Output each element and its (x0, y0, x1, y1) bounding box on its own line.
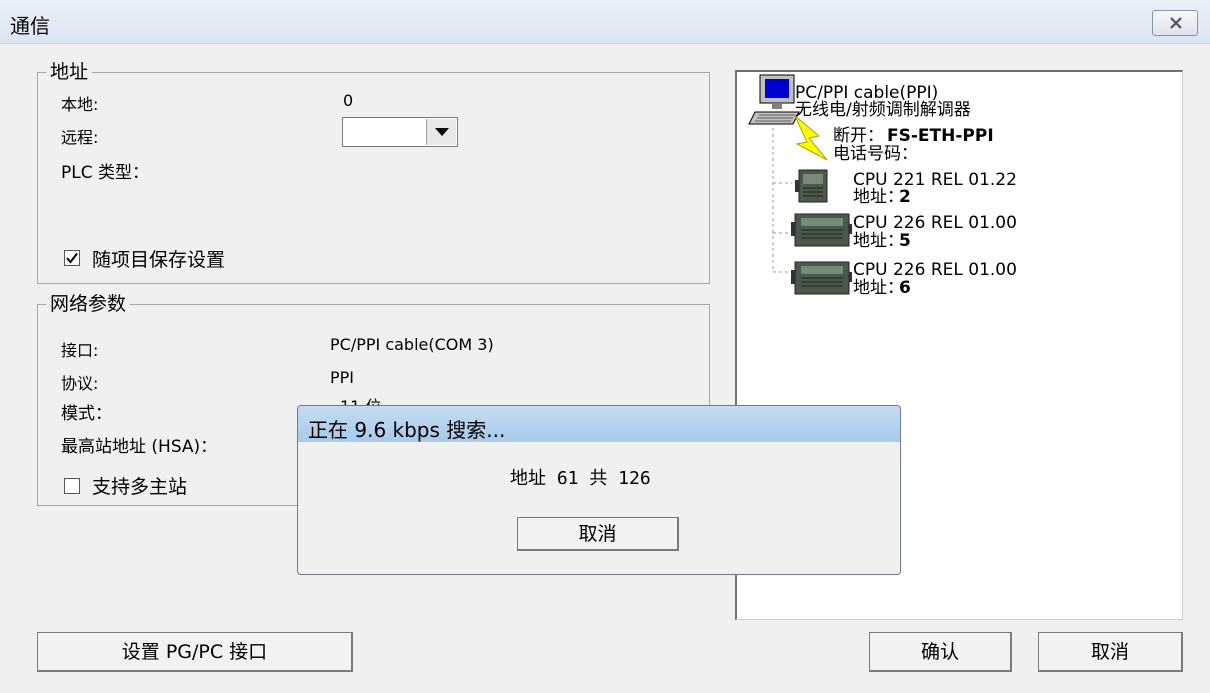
search-progress-dialog: 正在 9.6 kbps 搜索... 地址 61 共 126 取消 (297, 405, 901, 575)
interface-label: 接口: (61, 341, 99, 360)
close-button[interactable] (1152, 10, 1198, 36)
chevron-down-icon (435, 128, 449, 136)
address-group-legend: 地址 (46, 61, 93, 83)
multi-master-label: 支持多主站 (92, 476, 188, 498)
window-title: 通信 (10, 14, 50, 38)
remote-combobox[interactable] (342, 117, 458, 147)
interface-value: PC/PPI cable(COM 3) (330, 335, 494, 354)
save-setting-checkbox[interactable] (64, 250, 80, 266)
protocol-value: PPI (330, 368, 355, 387)
communication-dialog: 通信 地址 本地: 0 远程: PLC 类型： 随项目保存设置 网络参数 接口:… (0, 0, 1210, 693)
save-setting-label: 随项目保存设置 (92, 249, 226, 271)
plc-type-label: PLC 类型： (61, 163, 149, 183)
remote-dropdown-button[interactable] (426, 119, 456, 145)
mode-label: 模式： (61, 404, 112, 424)
cpu-226-icon (789, 210, 853, 250)
remote-label: 远程: (61, 128, 99, 147)
search-dialog-title: 正在 9.6 kbps 搜索... (308, 418, 506, 442)
title-bar: 通信 (0, 0, 1210, 44)
lightning-icon (785, 114, 835, 170)
search-cancel-button[interactable]: 取消 (517, 517, 679, 551)
hsa-label: 最高站地址 (HSA)： (61, 437, 218, 457)
cancel-button[interactable]: 取消 (1038, 632, 1183, 672)
device-1-addr: 2 (899, 187, 911, 207)
close-icon (1170, 17, 1182, 29)
setup-pgpc-interface-button[interactable]: 设置 PG/PC 接口 (37, 632, 353, 672)
device-2-addr: 5 (899, 231, 911, 251)
search-progress-text: 地址 61 共 126 (510, 468, 651, 489)
cpu-226-icon (789, 258, 853, 298)
device-1-addr-label: 地址： (853, 187, 904, 207)
multi-master-checkbox[interactable] (64, 478, 80, 494)
local-value: 0 (343, 91, 354, 110)
tree-phone-label: 电话号码： (833, 144, 918, 164)
search-dialog-title-bar: 正在 9.6 kbps 搜索... (298, 406, 900, 442)
protocol-label: 协议: (61, 374, 99, 393)
network-group-legend: 网络参数 (46, 293, 131, 315)
ok-button[interactable]: 确认 (869, 632, 1012, 672)
checkmark-icon (66, 252, 78, 264)
device-3-addr: 6 (899, 278, 911, 298)
device-2-addr-label: 地址： (853, 231, 904, 251)
local-label: 本地: (61, 95, 99, 114)
cpu-221-icon (793, 168, 833, 204)
device-3-addr-label: 地址： (853, 278, 904, 298)
